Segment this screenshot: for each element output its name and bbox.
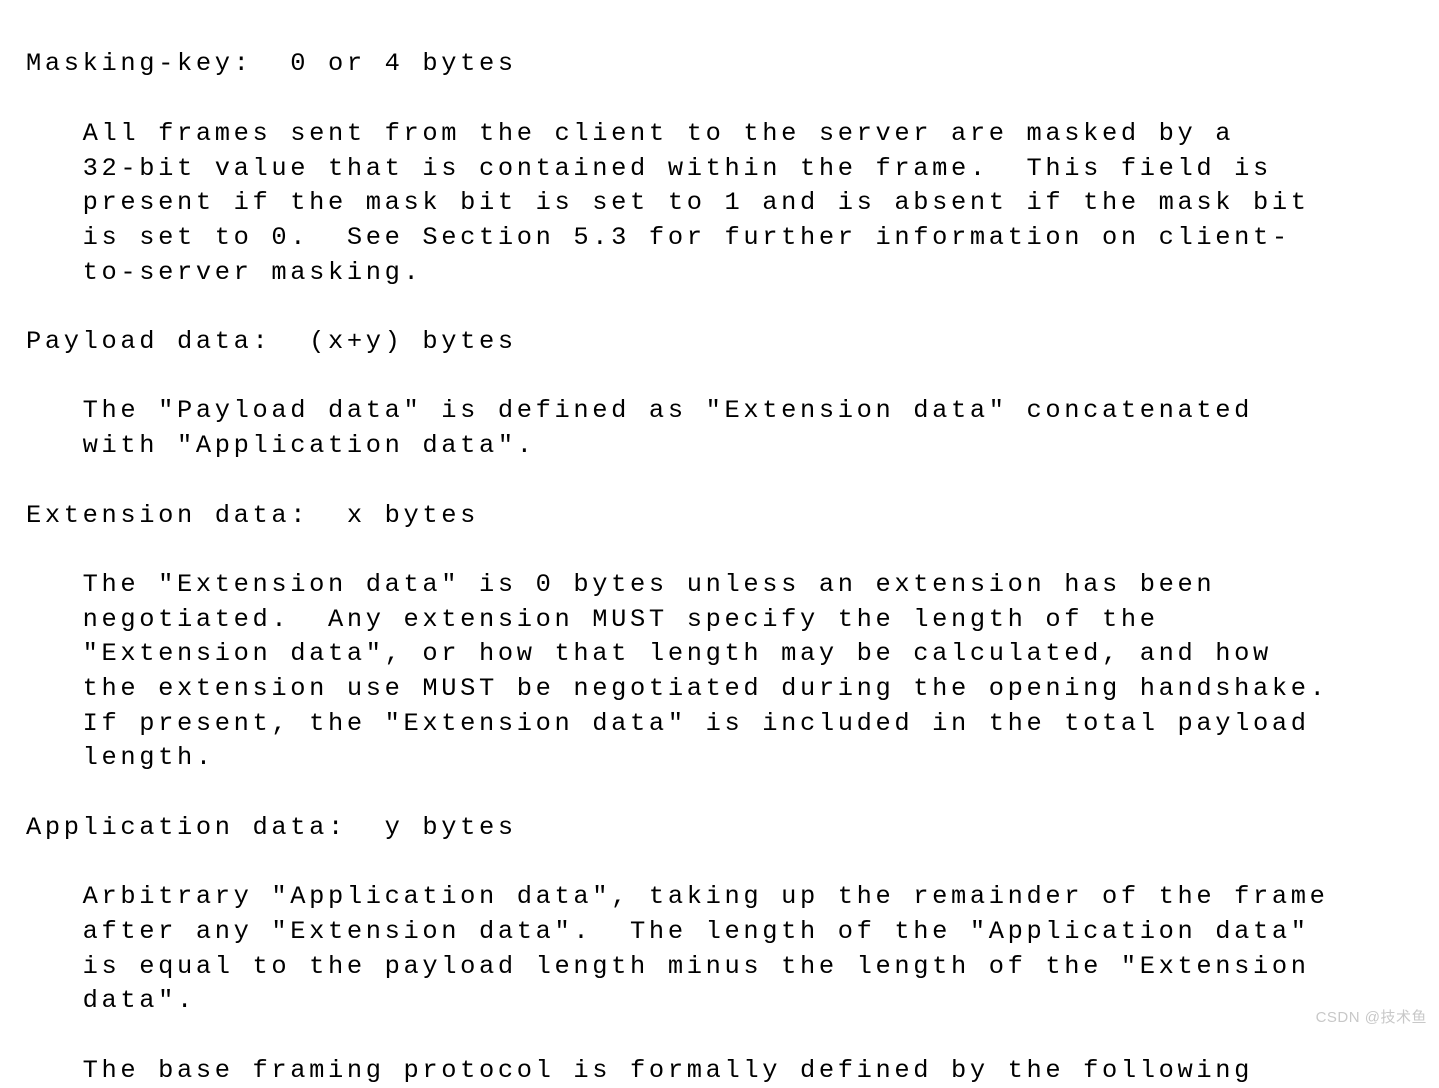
csdn-watermark: CSDN @技术鱼	[1315, 1009, 1427, 1026]
document-page: Masking-key: 0 or 4 bytes All frames sen…	[0, 0, 1439, 1084]
specification-text-body: Masking-key: 0 or 4 bytes All frames sen…	[26, 49, 1329, 1085]
